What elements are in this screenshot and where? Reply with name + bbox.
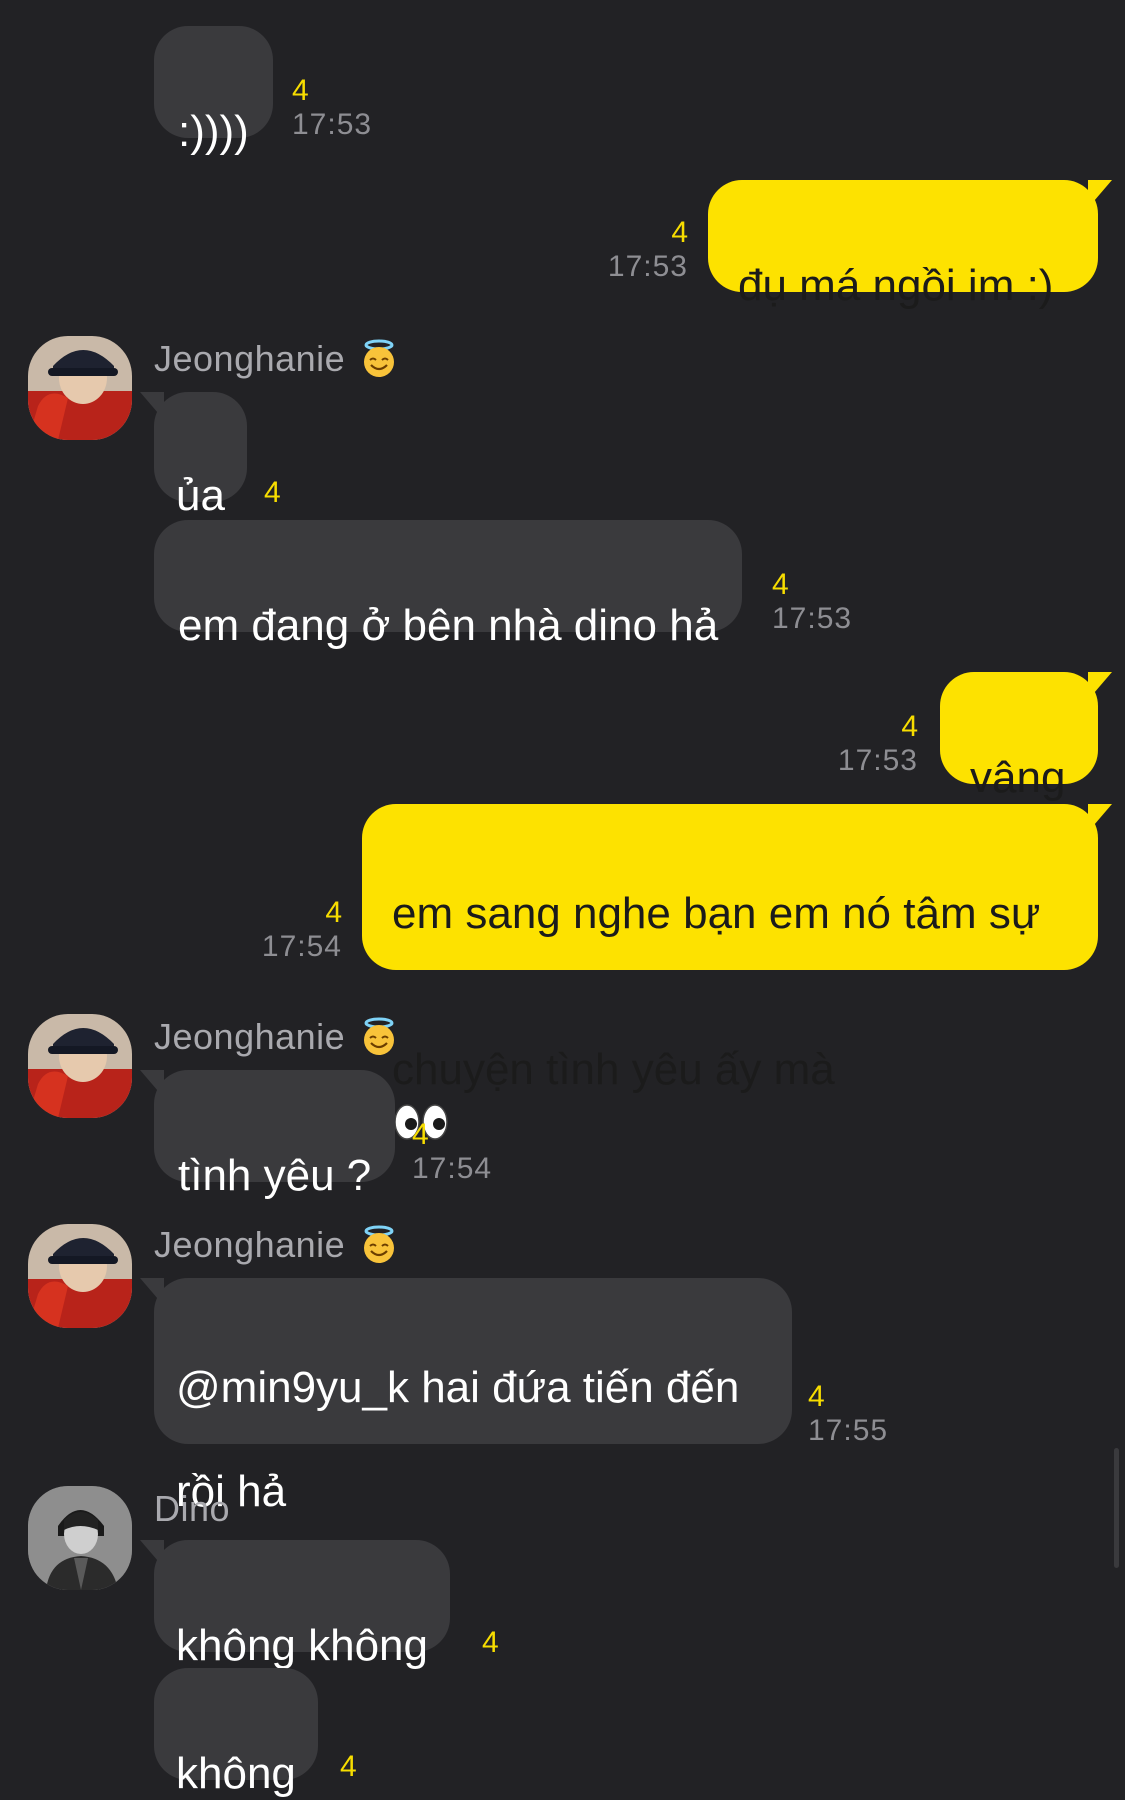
message-bubble[interactable]: ủa (140, 392, 247, 520)
timestamp: 17:53 (292, 108, 373, 141)
message-text: em đang ở bên nhà dino hả (178, 601, 719, 650)
message-bubble[interactable]: em đang ở bên nhà dino hả (154, 520, 743, 650)
timestamp: 17:53 (607, 250, 688, 283)
message-text: :)))) (178, 107, 249, 156)
message-meta: 4 17:53 (772, 568, 852, 636)
avatar-jeonghanie[interactable] (28, 1014, 132, 1118)
timestamp: 17:53 (772, 602, 853, 635)
message-meta: 4 17:54 (254, 896, 342, 964)
avatar-jeonghanie[interactable] (28, 1224, 132, 1328)
message-bubble[interactable]: @min9yu_k hai đứa tiến đến rồi hả (140, 1278, 792, 1516)
unread-count: 4 (901, 710, 918, 743)
timestamp: 17:55 (808, 1414, 889, 1447)
avatar-image (28, 336, 132, 440)
message-text-line: @min9yu_k hai đứa tiến đến (176, 1363, 740, 1412)
message-bubble[interactable]: đụ má ngồi im :) (708, 180, 1112, 310)
message-text-line: chuyện tình yêu ấy mà (392, 992, 1068, 1148)
sender-name: Jeonghanie (154, 1224, 399, 1266)
unread-count: 4 (671, 216, 688, 249)
message-text: không không (176, 1621, 428, 1670)
unread-count: 4 (412, 1118, 429, 1151)
message-meta: 4 17:55 (808, 1380, 888, 1448)
message-meta: 4 17:53 (600, 216, 688, 284)
smiling-face-with-halo-icon (364, 339, 395, 377)
avatar-dino[interactable] (28, 1486, 132, 1590)
message-meta: 4 (264, 476, 281, 510)
message-text: tình yêu ? (178, 1151, 372, 1200)
smiling-face-with-halo-icon (364, 1225, 395, 1263)
avatar-image (28, 1224, 132, 1328)
message-text: ủa (176, 471, 225, 520)
timestamp: 17:54 (412, 1152, 493, 1185)
message-meta: 4 (340, 1750, 357, 1784)
message-bubble[interactable]: :)))) (154, 26, 273, 156)
sender-name-text: Jeonghanie (154, 1016, 346, 1057)
sender-name-text: Jeonghanie (154, 1224, 346, 1265)
unread-count: 4 (264, 476, 281, 509)
unread-count: 4 (772, 568, 789, 601)
message-bubble[interactable]: tình yêu ? (139, 1070, 396, 1200)
avatar-image (28, 1014, 132, 1118)
message-meta: 4 17:53 (830, 710, 918, 778)
sender-name-text: Jeonghanie (154, 338, 346, 379)
timestamp: 17:53 (837, 744, 918, 777)
message-text-line: em sang nghe bạn em nó tâm sự (392, 889, 1041, 938)
sender-name-text: Dino (154, 1488, 231, 1529)
avatar-jeonghanie[interactable] (28, 336, 132, 440)
message-meta: 4 17:54 (412, 1118, 492, 1186)
timestamp: 17:54 (261, 930, 342, 963)
unread-count: 4 (325, 896, 342, 929)
message-text: không (176, 1749, 296, 1798)
sender-name: Jeonghanie (154, 338, 399, 380)
message-meta: 4 (482, 1626, 499, 1660)
unread-count: 4 (808, 1380, 825, 1413)
chat-view[interactable]: :)))) 4 17:53 4 17:53 đụ má ngồi im :) J… (0, 0, 1125, 1798)
message-bubble[interactable]: không không (140, 1540, 450, 1670)
unread-count: 4 (482, 1626, 499, 1659)
sender-name: Jeonghanie (154, 1016, 399, 1058)
message-text: vâng (970, 753, 1066, 802)
avatar-image (28, 1486, 132, 1590)
message-bubble[interactable]: không (154, 1668, 318, 1798)
smiling-face-with-halo-icon (364, 1017, 395, 1055)
message-meta: 4 17:53 (292, 74, 372, 142)
scrollbar[interactable] (1114, 1448, 1119, 1568)
message-text: đụ má ngồi im :) (738, 261, 1054, 310)
message-bubble[interactable]: em sang nghe bạn em nó tâm sự chuyện tìn… (362, 804, 1112, 1140)
unread-count: 4 (340, 1750, 357, 1783)
message-text-line: rồi hả (176, 1467, 287, 1516)
sender-name: Dino (154, 1488, 230, 1530)
message-bubble[interactable]: vâng (940, 672, 1112, 802)
message-text: chuyện tình yêu ấy mà (392, 1045, 835, 1094)
unread-count: 4 (292, 74, 309, 107)
